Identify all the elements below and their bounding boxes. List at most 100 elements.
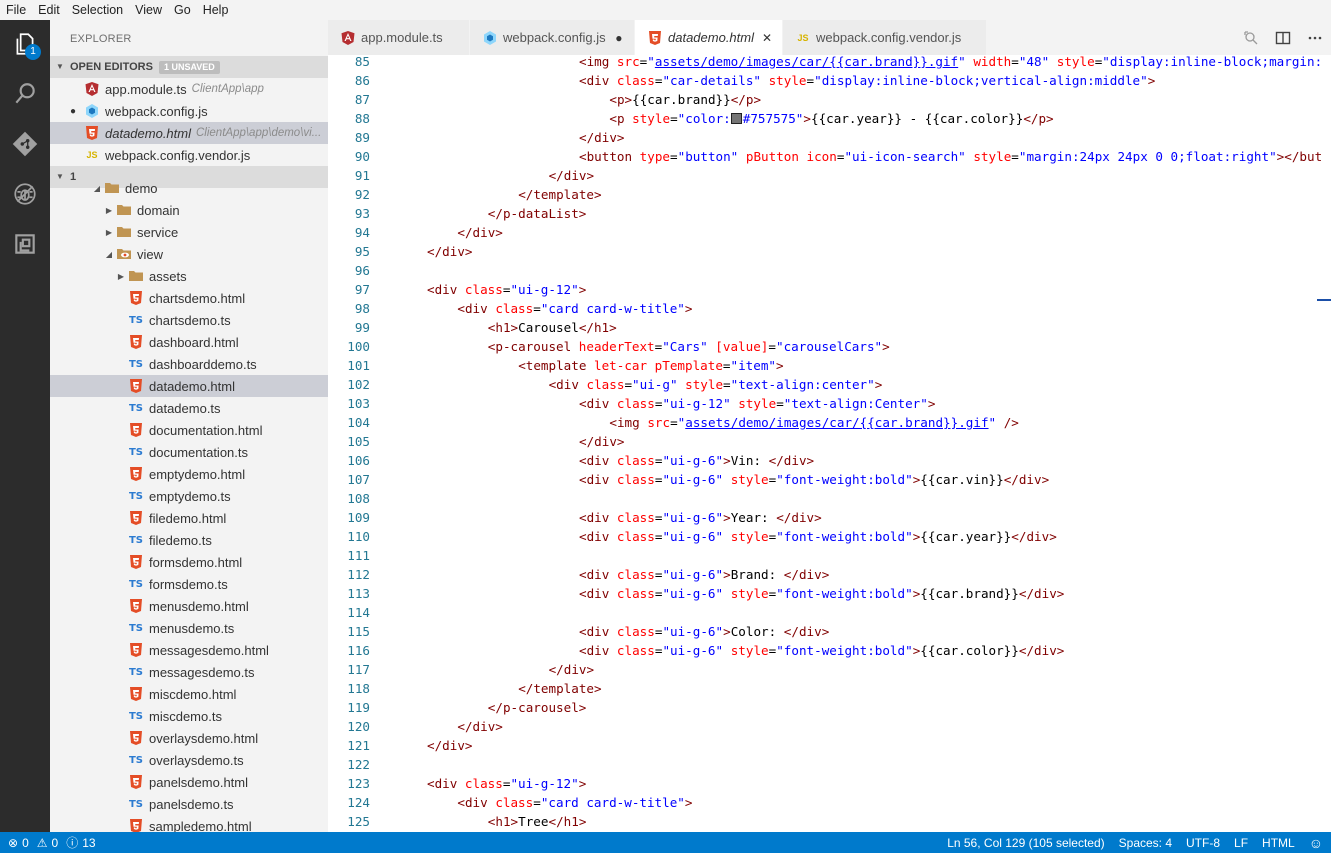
tree-item-label: domain xyxy=(137,202,180,218)
typescript-icon: TS xyxy=(128,666,144,678)
tree-item-label: messagesdemo.html xyxy=(149,642,269,658)
code-line: 96 xyxy=(328,261,1331,280)
tree-item[interactable]: messagesdemo.html xyxy=(50,639,328,661)
tree-item[interactable]: ▶ assets xyxy=(50,265,328,287)
code-line: 120 </div> xyxy=(328,717,1331,736)
code-line: 85 <img src = "assets/demo/images/car/{{car… xyxy=(328,55,1331,71)
tree-item[interactable]: menusdemo.html xyxy=(50,595,328,617)
code-line: 91 </div> xyxy=(328,166,1331,185)
line-number: 103 xyxy=(347,396,370,411)
tree-item[interactable]: TS dashboarddemo.ts xyxy=(50,353,328,375)
tree-item[interactable]: filedemo.html xyxy=(50,507,328,529)
line-number: 118 xyxy=(347,681,370,696)
code-token: </div> xyxy=(548,662,595,677)
code-token: "font-weight:bold" xyxy=(776,472,913,487)
code-editor[interactable]: 85 <img src="assets/demo/images/car/{{car… xyxy=(328,55,1331,832)
unsaved-dot-icon[interactable]: ● xyxy=(70,106,84,117)
cursor-position[interactable]: Ln 56, Col 129 (105 selected) xyxy=(947,836,1104,850)
more-actions-icon[interactable] xyxy=(1299,30,1331,46)
tree-item[interactable]: sampledemo.html xyxy=(50,815,328,832)
menu-help[interactable]: Help xyxy=(197,0,235,20)
code-token: "margin:24px 24px 0 0;float:right" xyxy=(1018,149,1277,164)
open-editor-item[interactable]: app.module.ts ClientApp\app xyxy=(50,78,328,100)
menu-selection[interactable]: Selection xyxy=(66,0,129,20)
tree-item[interactable]: dashboard.html xyxy=(50,331,328,353)
indentation[interactable]: Spaces: 4 xyxy=(1119,836,1172,850)
code-token[interactable]: assets/demo/images/car/{{car.brand}}.gif xyxy=(685,415,988,430)
tree-item[interactable]: TS menusdemo.ts xyxy=(50,617,328,639)
tree-item[interactable]: miscdemo.html xyxy=(50,683,328,705)
tree-item[interactable]: overlaysdemo.html xyxy=(50,727,328,749)
tree-item-label: emptydemo.html xyxy=(149,466,246,482)
html-icon xyxy=(128,730,144,746)
code-line: 110 <div class="ui-g-6" style="font-weigh… xyxy=(328,527,1331,546)
line-number: 122 xyxy=(347,757,370,772)
search-icon[interactable] xyxy=(0,70,50,118)
color-swatch[interactable] xyxy=(730,113,742,124)
tree-item[interactable]: chartsdemo.html xyxy=(50,287,328,309)
tree-item[interactable]: TS emptydemo.ts xyxy=(50,485,328,507)
tab-datademo-html[interactable]: datademo.html ✕ xyxy=(635,20,783,55)
tree-item[interactable]: formsdemo.html xyxy=(50,551,328,573)
tree-item[interactable]: TS formsdemo.ts xyxy=(50,573,328,595)
source-control-icon[interactable] xyxy=(0,120,50,168)
tree-item[interactable]: ▶ domain xyxy=(50,199,328,221)
code-token[interactable]: assets/demo/images/car/{{car.brand}}.gif xyxy=(655,55,958,69)
tree-item[interactable]: TS messagesdemo.ts xyxy=(50,661,328,683)
code-token: "button" xyxy=(677,149,739,164)
tree-item[interactable]: TS datademo.ts xyxy=(50,397,328,419)
tree-item[interactable]: TS overlaysdemo.ts xyxy=(50,749,328,771)
tree-item-label: service xyxy=(137,224,179,240)
debug-icon[interactable] xyxy=(0,170,50,218)
language-mode[interactable]: HTML xyxy=(1262,836,1295,850)
code-line: 97 <div class="ui-g-12"> xyxy=(328,280,1331,299)
tree-item-label: demo xyxy=(125,180,158,196)
open-editor-item[interactable]: datademo.html ClientApp\app\demo\vi... xyxy=(50,122,328,144)
tree-item[interactable]: TS miscdemo.ts xyxy=(50,705,328,727)
line-number: 101 xyxy=(347,358,370,373)
encoding[interactable]: UTF-8 xyxy=(1186,836,1220,850)
problems-summary[interactable]: ⊗ 0 ⚠ 0 ⓘ 13 xyxy=(0,834,96,851)
extensions-icon[interactable] xyxy=(0,220,50,268)
split-editor-icon[interactable] xyxy=(1267,30,1299,46)
tab-webpack-config-js[interactable]: webpack.config.js ● xyxy=(470,20,635,55)
code-token: {{car.brand}} xyxy=(920,586,1019,601)
folder-icon xyxy=(116,202,132,218)
open-editors-header[interactable]: ▼ OPEN EDITORS 1 UNSAVED xyxy=(50,56,328,78)
tree-item[interactable]: ▶ service xyxy=(50,221,328,243)
code-token: </div> xyxy=(1003,472,1050,487)
open-preview-icon[interactable] xyxy=(1235,30,1267,46)
tree-item[interactable]: emptydemo.html xyxy=(50,463,328,485)
tree-item[interactable]: documentation.html xyxy=(50,419,328,441)
unsaved-dot-icon[interactable]: ● xyxy=(614,31,624,45)
code-text: <div class="ui-g-6" style="font-weight:b… xyxy=(579,584,1064,603)
feedback-smiley-icon[interactable]: ☺ xyxy=(1309,835,1323,851)
menu-go[interactable]: Go xyxy=(168,0,197,20)
open-editor-item[interactable]: JS webpack.config.vendor.js xyxy=(50,144,328,166)
tree-item[interactable]: TS documentation.ts xyxy=(50,441,328,463)
tree-item[interactable]: datademo.html xyxy=(50,375,328,397)
menu-file[interactable]: File xyxy=(0,0,32,20)
typescript-icon: TS xyxy=(128,446,144,458)
open-editor-item[interactable]: ● webpack.config.js xyxy=(50,100,328,122)
tab-webpack-config-vendor-js[interactable]: JS webpack.config.vendor.js xyxy=(783,20,987,55)
tree-item[interactable]: TS chartsdemo.ts xyxy=(50,309,328,331)
tree-item[interactable]: ◢ view xyxy=(50,243,328,265)
tree-item[interactable]: TS panelsdemo.ts xyxy=(50,793,328,815)
menu-view[interactable]: View xyxy=(129,0,168,20)
tree-item[interactable]: panelsdemo.html xyxy=(50,771,328,793)
editor-tab-bar: app.module.ts webpack.config.js ● datademo.… xyxy=(328,20,1331,55)
end-of-line[interactable]: LF xyxy=(1234,836,1248,850)
code-token: style xyxy=(1049,55,1095,69)
explorer-sidebar: EXPLORER ▼ OPEN EDITORS 1 UNSAVED app.mo… xyxy=(50,20,328,832)
tree-item[interactable]: TS filedemo.ts xyxy=(50,529,328,551)
close-icon[interactable]: ✕ xyxy=(762,31,772,45)
tree-item[interactable]: ◢ demo xyxy=(50,177,328,199)
tree-item-label: dashboarddemo.ts xyxy=(149,356,257,372)
code-token: <div xyxy=(579,396,617,411)
tab-app-module-ts[interactable]: app.module.ts xyxy=(328,20,470,55)
code-text: <template let-car pTemplate="item"> xyxy=(518,356,783,375)
explorer-icon[interactable]: 1 xyxy=(0,20,50,68)
menu-edit[interactable]: Edit xyxy=(32,0,66,20)
code-line: 116 <div class="ui-g-6" style="font-weigh… xyxy=(328,641,1331,660)
